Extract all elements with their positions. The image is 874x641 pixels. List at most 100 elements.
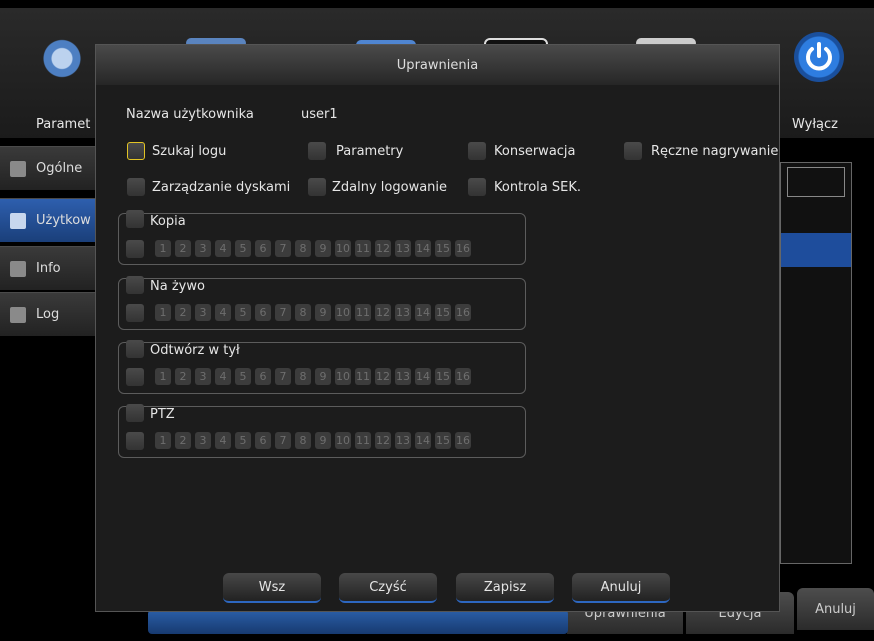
select-all-button[interactable]: Wsz [223, 573, 321, 603]
channel-button[interactable]: 5 [235, 368, 251, 385]
channel-button[interactable]: 15 [435, 432, 451, 449]
sidebar-item-log[interactable]: Log [0, 292, 98, 336]
channel-button[interactable]: 13 [395, 432, 411, 449]
channel-button[interactable]: 16 [455, 240, 471, 257]
channel-button[interactable]: 4 [215, 432, 231, 449]
sidebar-item-label: Log [36, 307, 60, 322]
cancel-button[interactable]: Anuluj [572, 573, 670, 603]
channel-button[interactable]: 8 [295, 432, 311, 449]
group-live-checkbox[interactable] [126, 276, 144, 294]
channel-button[interactable]: 13 [395, 240, 411, 257]
cancel-bottom-button[interactable]: Anuluj [797, 588, 874, 630]
channel-button[interactable]: 2 [175, 432, 191, 449]
channel-button[interactable]: 10 [335, 368, 351, 385]
perm-maintenance-checkbox[interactable] [468, 142, 486, 160]
channel-button[interactable]: 13 [395, 368, 411, 385]
channel-button[interactable]: 11 [355, 240, 371, 257]
channel-button[interactable]: 8 [295, 240, 311, 257]
channel-button[interactable]: 11 [355, 304, 371, 321]
channel-button[interactable]: 3 [195, 304, 211, 321]
channel-button[interactable]: 11 [355, 368, 371, 385]
group-live-all-checkbox[interactable] [126, 304, 144, 322]
channel-button[interactable]: 10 [335, 240, 351, 257]
channel-button[interactable]: 14 [415, 432, 431, 449]
perm-sec-control-label: Kontrola SEK. [494, 180, 582, 195]
perm-sec-control-checkbox[interactable] [468, 178, 486, 196]
group-backup-all-checkbox[interactable] [126, 240, 144, 258]
channel-button[interactable]: 9 [315, 368, 331, 385]
channel-button[interactable]: 2 [175, 240, 191, 257]
sidebar-item-users[interactable]: Użytkow [0, 198, 98, 242]
channel-button[interactable]: 7 [275, 304, 291, 321]
channel-button[interactable]: 15 [435, 304, 451, 321]
channel-button[interactable]: 9 [315, 304, 331, 321]
clear-button[interactable]: Czyść [339, 573, 437, 603]
channel-button[interactable]: 9 [315, 432, 331, 449]
channel-button[interactable]: 4 [215, 368, 231, 385]
channel-button[interactable]: 3 [195, 240, 211, 257]
perm-manual-record-label: Ręczne nagrywanie [651, 144, 779, 159]
channel-button[interactable]: 2 [175, 304, 191, 321]
channel-button[interactable]: 5 [235, 240, 251, 257]
channel-button[interactable]: 1 [155, 368, 171, 385]
channel-button[interactable]: 14 [415, 368, 431, 385]
channel-button[interactable]: 12 [375, 432, 391, 449]
channel-button[interactable]: 8 [295, 304, 311, 321]
channel-button[interactable]: 14 [415, 304, 431, 321]
channel-button[interactable]: 4 [215, 304, 231, 321]
channel-button[interactable]: 10 [335, 432, 351, 449]
channel-button[interactable]: 13 [395, 304, 411, 321]
bottom-blue-bar [148, 610, 568, 634]
perm-parameters-label: Parametry [336, 144, 404, 159]
perm-parameters-checkbox[interactable] [308, 142, 326, 160]
channel-button[interactable]: 2 [175, 368, 191, 385]
channel-button[interactable]: 11 [355, 432, 371, 449]
channel-button[interactable]: 14 [415, 240, 431, 257]
perm-remote-login-checkbox[interactable] [308, 178, 326, 196]
channel-button[interactable]: 15 [435, 368, 451, 385]
channel-button[interactable]: 8 [295, 368, 311, 385]
group-ptz-checkbox[interactable] [126, 404, 144, 422]
channel-button[interactable]: 5 [235, 304, 251, 321]
channel-button[interactable]: 12 [375, 304, 391, 321]
user-list-selected-row[interactable] [781, 233, 851, 267]
channel-button[interactable]: 7 [275, 240, 291, 257]
channel-button[interactable]: 6 [255, 432, 271, 449]
channel-button[interactable]: 12 [375, 368, 391, 385]
channel-button[interactable]: 12 [375, 240, 391, 257]
channel-button[interactable]: 7 [275, 432, 291, 449]
channel-button[interactable]: 1 [155, 432, 171, 449]
channel-button[interactable]: 16 [455, 368, 471, 385]
channel-button[interactable]: 15 [435, 240, 451, 257]
power-icon[interactable] [794, 32, 844, 82]
sidebar-item-general[interactable]: Ogólne [0, 146, 98, 190]
perm-manual-record-checkbox[interactable] [624, 142, 642, 160]
perm-disk-manage-checkbox[interactable] [127, 178, 145, 196]
channel-button[interactable]: 16 [455, 304, 471, 321]
username-value: user1 [301, 107, 338, 122]
shutdown-label: Wyłącz [792, 117, 838, 132]
sidebar-item-info[interactable]: Info [0, 246, 98, 290]
channel-button[interactable]: 3 [195, 368, 211, 385]
group-playback-checkbox[interactable] [126, 340, 144, 358]
params-label: Paramet [36, 117, 91, 132]
channel-button[interactable]: 1 [155, 304, 171, 321]
channel-button[interactable]: 5 [235, 432, 251, 449]
channel-button[interactable]: 16 [455, 432, 471, 449]
gear-icon[interactable] [38, 36, 98, 86]
channel-button[interactable]: 9 [315, 240, 331, 257]
group-live-label: Na żywo [150, 279, 205, 294]
channel-button[interactable]: 7 [275, 368, 291, 385]
group-playback-all-checkbox[interactable] [126, 368, 144, 386]
group-backup-checkbox[interactable] [126, 210, 144, 228]
channel-button[interactable]: 4 [215, 240, 231, 257]
perm-search-log-checkbox[interactable] [127, 142, 145, 160]
channel-button[interactable]: 1 [155, 240, 171, 257]
channel-button[interactable]: 10 [335, 304, 351, 321]
group-ptz-all-checkbox[interactable] [126, 432, 144, 450]
channel-button[interactable]: 6 [255, 368, 271, 385]
save-button[interactable]: Zapisz [456, 573, 554, 603]
channel-button[interactable]: 3 [195, 432, 211, 449]
channel-button[interactable]: 6 [255, 240, 271, 257]
channel-button[interactable]: 6 [255, 304, 271, 321]
